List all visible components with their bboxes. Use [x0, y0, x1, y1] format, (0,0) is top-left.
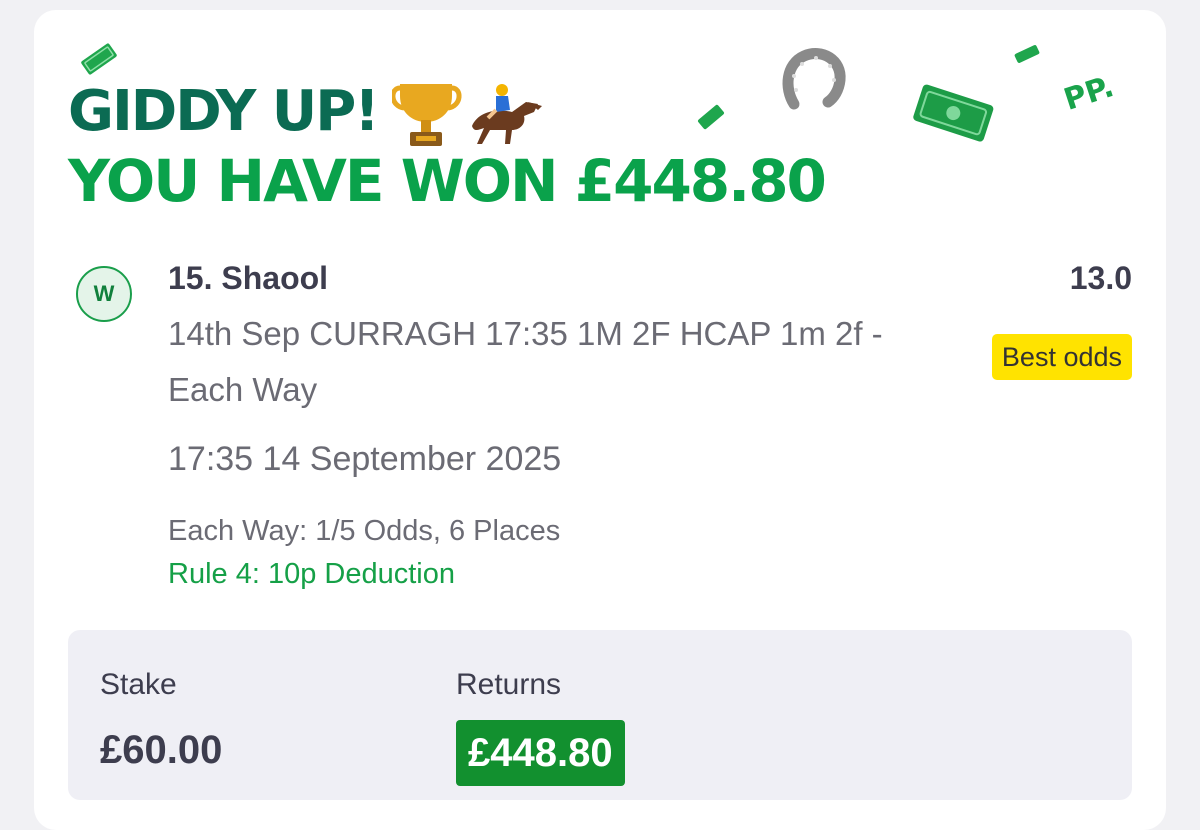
stake-value: £60.00 — [100, 728, 223, 772]
rule4-deduction: Rule 4: 10p Deduction — [168, 558, 455, 590]
headline: GIDDY UP! — [68, 79, 380, 144]
banknote-icon — [913, 84, 994, 142]
returns-label: Returns — [456, 668, 562, 701]
horseshoe-icon — [782, 48, 846, 110]
bet-card: PP. GIDDY UP! YOU HAVE WON £448.80 W 15.… — [34, 10, 1166, 830]
headline-icons — [392, 84, 542, 146]
banknote-icon — [1014, 45, 1040, 63]
stake-label: Stake — [100, 668, 177, 701]
each-way-terms: Each Way: 1/5 Odds, 6 Places — [168, 515, 561, 547]
returns-value: £448.80 — [456, 720, 625, 786]
race-time: 17:35 14 September 2025 — [168, 440, 562, 478]
banknote-icon — [698, 104, 724, 130]
banknote-icon — [81, 43, 117, 75]
brand-mark: PP. — [1059, 69, 1119, 118]
odds-value: 13.0 — [1069, 260, 1132, 296]
bet-summary: Stake £60.00 Returns £448.80 — [68, 630, 1132, 800]
win-banner: PP. GIDDY UP! YOU HAVE WON £448.80 — [34, 10, 1166, 230]
trophy-icon — [392, 84, 462, 146]
selection-name: 15. Shaool — [168, 260, 329, 296]
win-result-badge: W — [76, 266, 132, 322]
market-description: 14th Sep CURRAGH 17:35 1M 2F HCAP 1m 2f … — [168, 315, 883, 408]
win-message: YOU HAVE WON £448.80 — [68, 147, 827, 215]
horse-racing-icon — [472, 84, 542, 144]
best-odds-badge: Best odds — [991, 334, 1132, 380]
